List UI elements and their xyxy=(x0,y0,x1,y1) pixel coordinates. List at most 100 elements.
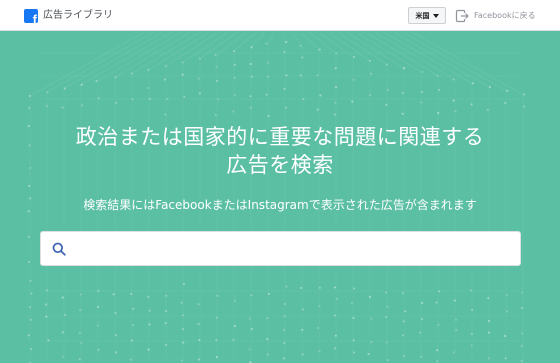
hero-title: 政治または国家的に重要な問題に関連する 広告を検索 xyxy=(0,123,560,179)
network-dot xyxy=(265,42,268,45)
network-dot xyxy=(452,351,455,354)
network-dot xyxy=(401,91,404,95)
country-dropdown[interactable]: 米国 xyxy=(408,7,446,24)
search-icon xyxy=(52,242,66,256)
network-dot xyxy=(46,91,49,94)
network-dot xyxy=(214,53,217,56)
network-dot xyxy=(81,104,84,107)
network-dot xyxy=(181,73,184,76)
network-dot xyxy=(520,344,523,348)
network-dot xyxy=(129,358,132,361)
network-dot xyxy=(61,331,64,334)
network-dot xyxy=(367,352,370,356)
country-selected-value: 米国 xyxy=(415,11,430,20)
network-line xyxy=(267,32,274,44)
network-dot xyxy=(197,303,200,306)
network-dot xyxy=(265,93,268,96)
network-dot xyxy=(316,108,319,111)
network-dot xyxy=(285,285,288,288)
network-dot xyxy=(30,348,33,351)
network-dot xyxy=(452,99,455,102)
network-line xyxy=(80,32,171,86)
network-dot xyxy=(180,359,183,362)
back-to-facebook-link[interactable]: Facebookに戻る xyxy=(455,8,536,23)
network-dot xyxy=(183,95,186,98)
network-dot xyxy=(180,301,183,304)
network-dot xyxy=(165,294,168,297)
network-dot xyxy=(61,296,64,299)
network-line xyxy=(114,32,190,78)
network-dot xyxy=(181,61,184,64)
network-dot xyxy=(437,323,440,326)
network-dot xyxy=(248,348,251,351)
network-dot xyxy=(506,89,509,92)
hero-section: 政治または国家的に重要な問題に関連する 広告を検索 検索結果にはFacebook… xyxy=(0,31,560,363)
top-navigation-bar: f 広告ライブラリ 米国 Facebookに戻る xyxy=(0,0,560,31)
network-dot xyxy=(115,351,118,354)
back-to-facebook-label: Facebookに戻る xyxy=(474,11,536,20)
facebook-logo-icon: f xyxy=(24,8,38,23)
network-dot xyxy=(302,308,305,311)
network-dot xyxy=(132,307,135,310)
network-line xyxy=(394,32,490,88)
network-dot xyxy=(249,62,252,66)
network-dot xyxy=(486,108,489,111)
ad-library-brand[interactable]: f 広告ライブラリ xyxy=(24,8,113,23)
network-dot xyxy=(299,44,302,47)
network-dot xyxy=(421,301,424,304)
facebook-logo-letter: f xyxy=(32,11,37,23)
network-dot xyxy=(164,321,167,325)
search-box[interactable] xyxy=(40,231,521,266)
network-dot xyxy=(283,315,286,318)
network-dot xyxy=(438,290,441,293)
network-dot xyxy=(148,323,151,326)
network-line xyxy=(199,32,237,59)
network-dot xyxy=(27,235,30,238)
network-dot xyxy=(95,79,98,83)
network-dot xyxy=(248,317,251,320)
network-dot xyxy=(282,357,285,360)
network-line xyxy=(310,32,337,54)
network-dot xyxy=(520,359,523,363)
network-dot xyxy=(214,113,217,117)
network-dot xyxy=(452,78,455,81)
network-dot xyxy=(267,61,270,64)
network-dot xyxy=(27,334,30,337)
network-line xyxy=(250,32,265,48)
network-dot xyxy=(78,358,81,361)
network-dot xyxy=(266,353,269,356)
network-line xyxy=(376,32,456,80)
network-dot xyxy=(421,70,424,74)
network-dot xyxy=(197,322,200,326)
network-dot xyxy=(319,94,322,97)
network-dot xyxy=(283,87,286,90)
network-line xyxy=(182,32,227,63)
network-dot xyxy=(404,310,407,313)
network-dot xyxy=(420,355,423,358)
network-dot xyxy=(420,101,423,104)
hero-subtitle: 検索結果にはFacebookまたはInstagramで表示された広告が含まれます xyxy=(83,198,477,212)
network-line xyxy=(291,32,303,47)
network-dot xyxy=(217,98,220,101)
network-dot xyxy=(352,287,356,290)
network-dot xyxy=(130,72,133,75)
network-line xyxy=(366,32,439,77)
network-line xyxy=(165,32,218,67)
ad-library-title: 広告ライブラリ xyxy=(43,9,113,21)
network-dot xyxy=(163,78,167,81)
network-dot xyxy=(437,88,441,92)
hero-title-line-1: 政治または国家的に重要な問題に関連する xyxy=(75,125,485,149)
network-dot xyxy=(30,292,33,295)
search-input[interactable] xyxy=(74,232,520,265)
network-dot xyxy=(112,293,115,296)
network-dot xyxy=(386,305,389,308)
network-line xyxy=(301,32,320,50)
network-dot xyxy=(115,101,118,104)
network-line xyxy=(46,32,152,93)
network-dot xyxy=(470,103,473,106)
network-dot xyxy=(80,341,83,344)
network-line xyxy=(63,32,162,89)
exit-icon xyxy=(455,9,469,22)
network-dot xyxy=(78,331,82,334)
network-dot xyxy=(147,348,150,351)
